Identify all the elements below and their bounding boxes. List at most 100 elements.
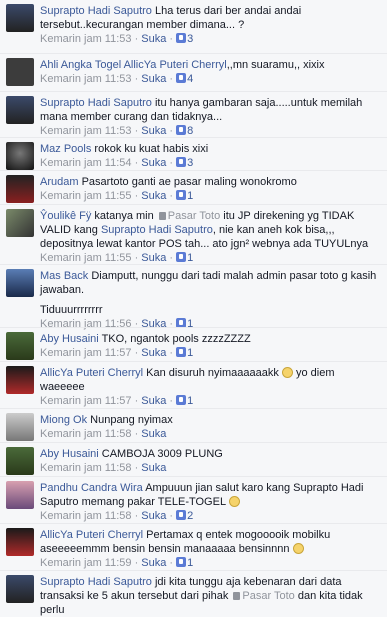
like-button[interactable]: Suka <box>141 557 166 569</box>
comment-author[interactable]: Ahli Angka Togel AllicYa Puteri Cherryl <box>40 59 227 71</box>
like-button[interactable]: Suka <box>141 462 166 474</box>
comment-author[interactable]: Suprapto Hadi Saputro <box>40 576 152 588</box>
like-count[interactable]: 1 <box>187 395 193 407</box>
like-count[interactable]: 3 <box>187 33 193 45</box>
comment-author[interactable]: Suprapto Hadi Saputro <box>40 5 152 17</box>
like-count[interactable]: 3 <box>187 157 193 169</box>
page-tag-icon <box>158 212 166 220</box>
avatar[interactable] <box>6 209 34 237</box>
page-mention[interactable]: Pasar Toto <box>231 590 295 602</box>
comment-author[interactable]: Maz Pools <box>40 143 91 155</box>
comment-item: Arudam Pasartoto ganti ae pasar maling w… <box>0 170 387 204</box>
like-count[interactable]: 1 <box>187 347 193 359</box>
comment-item: Mas Back Diamputt, nunggu dari tadi mala… <box>0 264 387 330</box>
avatar[interactable] <box>6 332 34 360</box>
comment-time[interactable]: Kemarin jam 11:55 <box>40 190 132 202</box>
comment-author[interactable]: Ŷoulikê Fÿ <box>40 210 91 222</box>
comment-author[interactable]: AllicYa Puteri Cherryl <box>40 367 143 379</box>
page-tag-icon <box>233 592 241 600</box>
avatar[interactable] <box>6 413 34 441</box>
avatar[interactable] <box>6 528 34 556</box>
comment-item: Aby Husaini TKO, ngantok pools zzzzZZZZ … <box>0 327 387 361</box>
like-button[interactable]: Suka <box>141 510 166 522</box>
like-count[interactable]: 2 <box>187 510 193 522</box>
avatar[interactable] <box>6 269 34 297</box>
comment-time[interactable]: Kemarin jam 11:58 <box>40 510 132 522</box>
comment-time[interactable]: Kemarin jam 11:57 <box>40 347 132 359</box>
comment-author[interactable]: Aby Husaini <box>40 448 99 460</box>
like-thumb-icon <box>176 347 187 357</box>
avatar[interactable] <box>6 96 34 124</box>
user-mention[interactable]: Suprapto Hadi Saputro <box>101 224 213 236</box>
like-count[interactable]: 1 <box>187 557 193 569</box>
comment-author[interactable]: Suprapto Hadi Saputro <box>40 97 152 109</box>
comment-item: Maz Pools rokok ku kuat habis xixi Kemar… <box>0 137 387 170</box>
comment-item: Miong Ok Nunpang nyimax Kemarin jam 11:5… <box>0 408 387 442</box>
avatar[interactable] <box>6 4 34 32</box>
like-thumb-icon <box>176 510 187 520</box>
avatar[interactable] <box>6 142 34 170</box>
comment-author[interactable]: AllicYa Puteri Cherryl <box>40 529 143 541</box>
smile-emoji-icon <box>228 496 240 507</box>
like-button[interactable]: Suka <box>141 347 166 359</box>
avatar[interactable] <box>6 575 34 603</box>
comment-text: CAMBOJA 3009 PLUNG <box>101 448 223 460</box>
comment-item: Suprapto Hadi Saputro Lha terus dari ber… <box>0 0 387 53</box>
like-count[interactable]: 1 <box>187 190 193 202</box>
comment-text: TKO, ngantok pools zzzzZZZZ <box>101 333 251 345</box>
comment-time[interactable]: Kemarin jam 11:53 <box>40 73 132 85</box>
avatar[interactable] <box>6 481 34 509</box>
comment-item: Pandhu Candra Wira Ampuuun jian salut ka… <box>0 476 387 523</box>
smile-emoji-icon <box>281 367 293 378</box>
comment-time[interactable]: Kemarin jam 11:57 <box>40 395 132 407</box>
like-count[interactable]: 4 <box>187 73 193 85</box>
comment-time[interactable]: Kemarin jam 11:53 <box>40 33 132 45</box>
avatar[interactable] <box>6 175 34 203</box>
comment-time[interactable]: Kemarin jam 11:53 <box>40 125 132 137</box>
comment-feed: Suprapto Hadi Saputro Lha terus dari ber… <box>0 0 387 616</box>
avatar[interactable] <box>6 58 34 86</box>
smile-emoji-icon <box>292 543 304 554</box>
comment-text: Nunpang nyimax <box>90 414 173 426</box>
comment-item: Suprapto Hadi Saputro itu hanya gambaran… <box>0 91 387 137</box>
like-button[interactable]: Suka <box>141 252 166 264</box>
like-button[interactable]: Suka <box>141 125 166 137</box>
comment-author[interactable]: Mas Back <box>40 270 88 282</box>
like-count[interactable]: 8 <box>187 125 193 137</box>
comment-item: AllicYa Puteri Cherryl Kan disuruh nyima… <box>0 361 387 408</box>
like-thumb-icon <box>176 33 187 43</box>
comment-time[interactable]: Kemarin jam 11:54 <box>40 157 132 169</box>
comment-item: AllicYa Puteri Cherryl Pertamax q entek … <box>0 523 387 570</box>
comment-item: Aby Husaini CAMBOJA 3009 PLUNG Kemarin j… <box>0 442 387 476</box>
comment-text: Diamputt, nunggu dari tadi malah admin p… <box>40 270 377 296</box>
comment-text: rokok ku kuat habis xixi <box>94 143 209 155</box>
comment-time[interactable]: Kemarin jam 11:58 <box>40 462 132 474</box>
like-count[interactable]: 1 <box>187 252 193 264</box>
like-button[interactable]: Suka <box>141 33 166 45</box>
page-mention[interactable]: Pasar Toto <box>157 210 220 222</box>
like-button[interactable]: Suka <box>141 157 166 169</box>
avatar[interactable] <box>6 447 34 475</box>
comment-author[interactable]: Aby Husaini <box>40 333 99 345</box>
comment-text: ,,mn suaramu,, xixix <box>226 59 325 71</box>
like-thumb-icon <box>176 395 187 405</box>
comment-text: Pasartoto ganti ae pasar maling wonokrom… <box>81 176 297 188</box>
like-button[interactable]: Suka <box>141 428 166 440</box>
like-thumb-icon <box>176 73 187 83</box>
comment-item: Ahli Angka Togel AllicYa Puteri Cherryl,… <box>0 53 387 91</box>
like-button[interactable]: Suka <box>141 190 166 202</box>
like-button[interactable]: Suka <box>141 73 166 85</box>
comment-time[interactable]: Kemarin jam 11:59 <box>40 557 132 569</box>
like-thumb-icon <box>176 557 187 567</box>
comment-time[interactable]: Kemarin jam 11:55 <box>40 252 132 264</box>
like-thumb-icon <box>176 252 187 262</box>
comment-text: Tiduuurrrrrrrr <box>40 304 103 316</box>
comment-text: katanya min <box>94 210 154 222</box>
comment-time[interactable]: Kemarin jam 11:58 <box>40 428 132 440</box>
avatar[interactable] <box>6 366 34 394</box>
comment-author[interactable]: Pandhu Candra Wira <box>40 482 143 494</box>
comment-author[interactable]: Miong Ok <box>40 414 87 426</box>
like-button[interactable]: Suka <box>141 395 166 407</box>
comment-author[interactable]: Arudam <box>40 176 79 188</box>
comment-item: Ŷoulikê Fÿ katanya min Pasar Toto itu JP… <box>0 204 387 264</box>
